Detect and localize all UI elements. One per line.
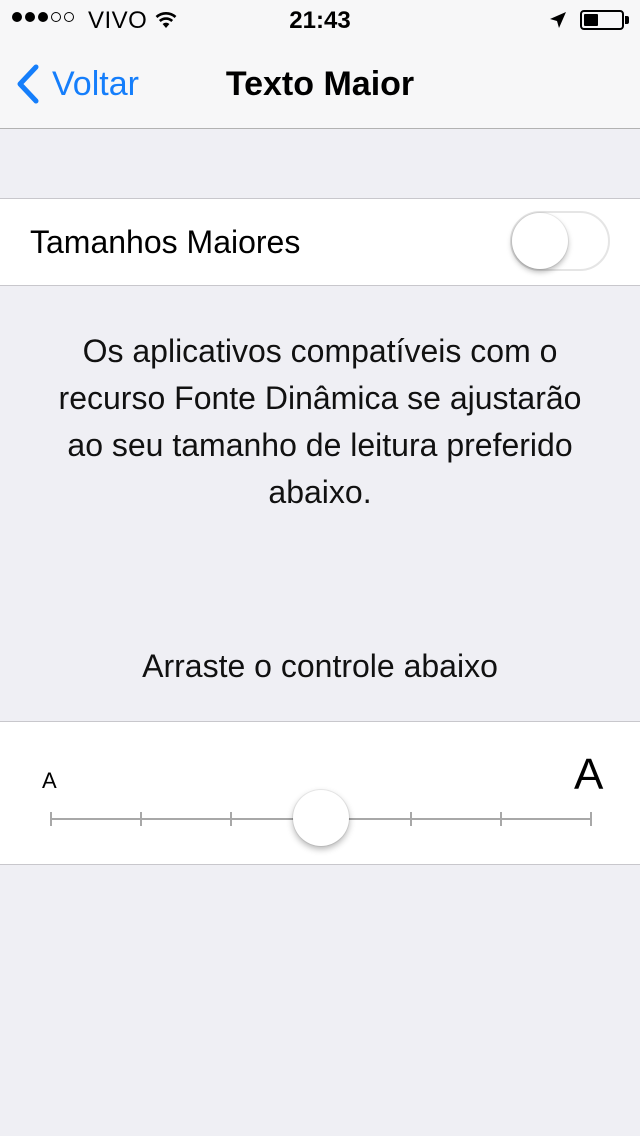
large-text-icon: A [574,750,604,799]
slider-thumb[interactable] [293,790,349,846]
slider-tick [230,812,232,826]
dynamic-type-description: Os aplicativos compatíveis com o recurso… [58,333,582,510]
slider-tick [50,812,52,826]
battery-tip [625,16,629,24]
slider-tick [140,812,142,826]
status-time: 21:43 [289,7,351,34]
battery-icon [580,10,624,30]
slider-tick [410,812,412,826]
slider-instruction: Arraste o controle abaixo [142,648,498,684]
location-arrow-icon [548,10,568,35]
slider-tick [590,812,592,826]
switch-knob [512,213,568,269]
larger-sizes-row: Tamanhos Maiores [0,198,640,286]
larger-sizes-switch[interactable] [510,211,610,271]
small-text-icon: A [42,768,57,793]
navigation-bar: Voltar Texto Maior [0,40,640,129]
larger-sizes-label: Tamanhos Maiores [30,224,301,260]
slider-tick [500,812,502,826]
text-size-slider-row: A A [0,721,640,865]
page-title: Texto Maior [225,65,415,103]
status-bar: VIVO 21:43 [0,0,640,40]
